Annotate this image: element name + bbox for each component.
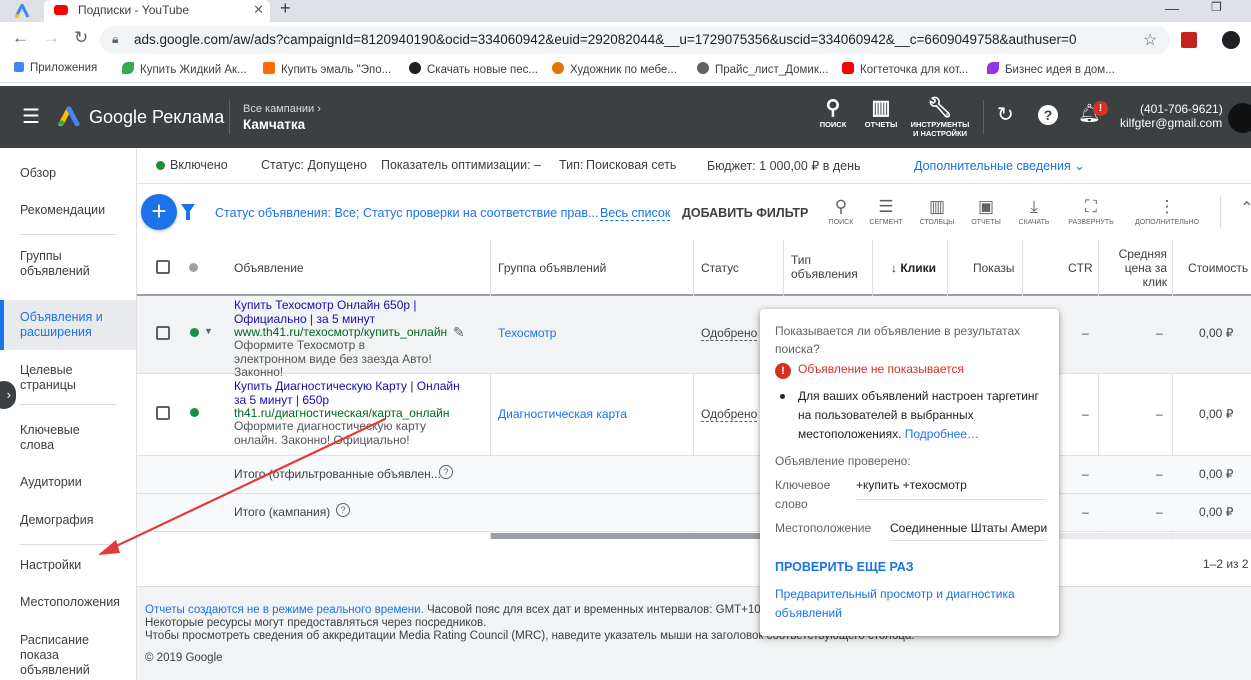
annotation-arrow [98,418,386,555]
bullet-dot [780,394,785,399]
location-label: Местоположение [775,521,872,535]
popup-checked-label: Объявление проверено: [775,454,911,468]
keyword-label: Ключевое слово [775,478,831,511]
ad-status-popup: Показывается ли объявление в результатах… [760,309,1059,636]
preview-diagnostics-link[interactable]: Предварительный просмотр и диагностика о… [775,585,1045,623]
error-icon: ! [775,363,791,379]
popup-bullet-text: Для ваших объявлений настроен таргетинг … [798,389,1039,441]
keyword-value: +купить +техосмотр [856,478,967,492]
learn-more-link[interactable]: Подробнее… [905,427,979,441]
popup-row-divider [856,499,1046,500]
popup-error: Объявление не показывается [798,362,964,376]
popup-question: Показывается ли объявление в результатах… [775,324,1021,356]
popup-row-divider [890,540,1046,541]
recheck-button[interactable]: ПРОВЕРИТЬ ЕЩЕ РАЗ [775,558,914,577]
location-value: Соединенные Штаты Амери [890,521,1048,535]
